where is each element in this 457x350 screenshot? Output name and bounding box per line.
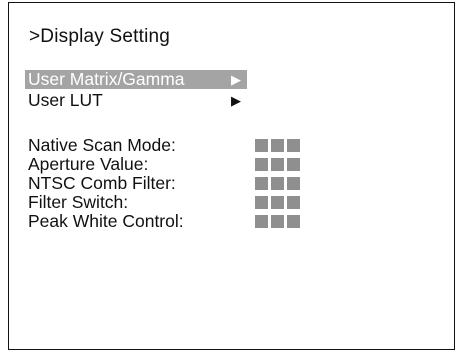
- setting-value-placeholder-icon: [255, 177, 300, 190]
- menu-item-user-lut[interactable]: User LUT ▶: [25, 91, 247, 110]
- setting-value-placeholder-icon: [255, 196, 300, 209]
- setting-value-placeholder-icon: [255, 158, 300, 171]
- setting-row-peak-white-control[interactable]: Peak White Control:: [28, 212, 328, 231]
- setting-label: Native Scan Mode:: [28, 135, 176, 155]
- setting-label: NTSC Comb Filter:: [28, 173, 176, 193]
- setting-value-placeholder-icon: [255, 215, 300, 228]
- submenu-arrow-icon: ▶: [231, 72, 241, 87]
- setting-row-native-scan-mode[interactable]: Native Scan Mode:: [28, 136, 328, 155]
- setting-label: Peak White Control:: [28, 211, 184, 231]
- setting-row-aperture-value[interactable]: Aperture Value:: [28, 155, 328, 174]
- submenu-arrow-icon: ▶: [231, 93, 241, 108]
- setting-label: Filter Switch:: [28, 192, 129, 212]
- setting-value-placeholder-icon: [255, 139, 300, 152]
- setting-label: Aperture Value:: [28, 154, 149, 174]
- setting-row-filter-switch[interactable]: Filter Switch:: [28, 193, 328, 212]
- page-title: >Display Setting: [29, 26, 171, 47]
- menu-item-user-matrix-gamma[interactable]: User Matrix/Gamma ▶: [25, 70, 247, 89]
- setting-row-ntsc-comb-filter[interactable]: NTSC Comb Filter:: [28, 174, 328, 193]
- menu-item-label: User LUT: [28, 90, 103, 110]
- menu-item-label: User Matrix/Gamma: [28, 69, 185, 89]
